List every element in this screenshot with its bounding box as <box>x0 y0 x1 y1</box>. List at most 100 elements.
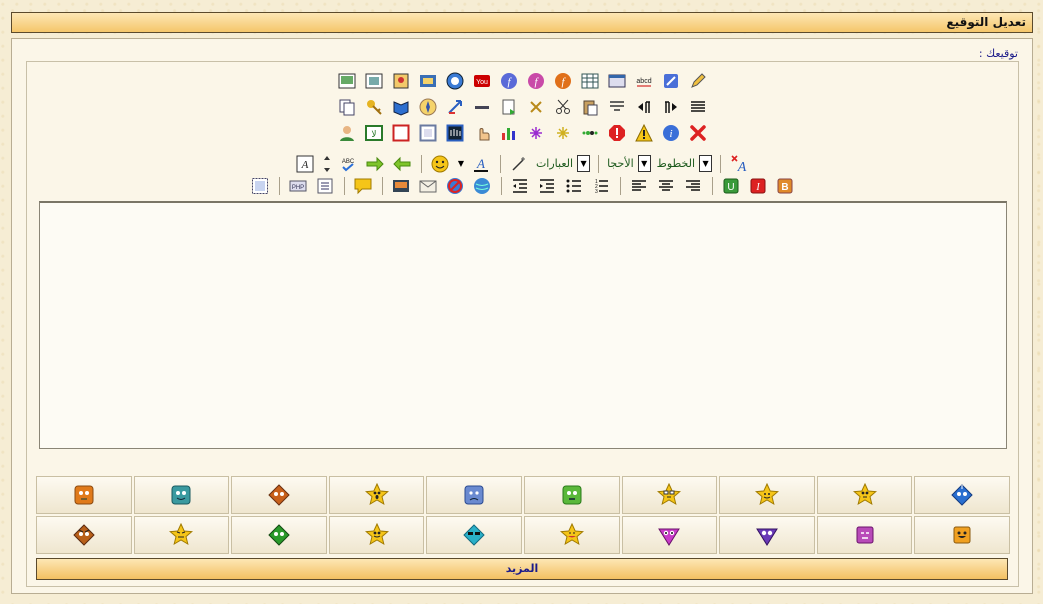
smiley-cell[interactable] <box>328 476 425 514</box>
remove-format-icon[interactable]: A <box>729 153 750 174</box>
bold-icon[interactable]: B <box>775 175 796 196</box>
horizontal-rule-icon[interactable] <box>472 96 493 117</box>
smiley-cell[interactable] <box>36 516 132 554</box>
select-all-icon[interactable] <box>250 175 271 196</box>
bullet-list-icon[interactable] <box>564 175 585 196</box>
smiley-cell[interactable] <box>816 516 913 554</box>
email-icon[interactable] <box>418 175 439 196</box>
align-left-icon[interactable] <box>629 175 650 196</box>
smiley-cell[interactable] <box>133 516 230 554</box>
toolbar-row-5: PHP 123 U I B <box>27 175 1018 196</box>
more-smileys-button[interactable]: المزيد <box>36 558 1008 580</box>
smiley-cell[interactable] <box>914 516 1010 554</box>
quicktime-icon[interactable] <box>445 70 466 91</box>
key-icon[interactable] <box>364 96 385 117</box>
smiley-cell[interactable] <box>231 516 327 554</box>
warning-icon[interactable] <box>634 122 655 143</box>
text-color-icon[interactable]: A <box>471 153 492 174</box>
book-icon[interactable] <box>391 96 412 117</box>
cut-icon[interactable] <box>553 96 574 117</box>
indent-icon[interactable] <box>537 175 558 196</box>
align-center-icon[interactable] <box>656 175 677 196</box>
box-image-icon[interactable] <box>364 70 385 91</box>
comment-icon[interactable] <box>353 175 374 196</box>
font-style-icon[interactable]: A <box>295 153 316 174</box>
photo-icon[interactable] <box>391 70 412 91</box>
user-icon[interactable] <box>337 122 358 143</box>
export-icon[interactable] <box>499 96 520 117</box>
fonts-select[interactable]: ▼ الخطوط <box>657 155 713 173</box>
paste-icon[interactable] <box>580 96 601 117</box>
paint-icon[interactable] <box>661 70 682 91</box>
rtl-icon[interactable] <box>634 96 655 117</box>
outdent-icon[interactable] <box>510 175 531 196</box>
sparkle-purple-icon[interactable] <box>526 122 547 143</box>
flash-pink-icon[interactable]: f <box>526 70 547 91</box>
arrow-right-icon[interactable] <box>365 153 386 174</box>
format-icon[interactable] <box>607 96 628 117</box>
chart-icon[interactable] <box>499 122 520 143</box>
smiley-cell[interactable] <box>133 476 230 514</box>
frame-red-icon[interactable] <box>391 122 412 143</box>
arrow-left-icon[interactable] <box>392 153 413 174</box>
frame-blue-icon[interactable] <box>445 122 466 143</box>
sizes-select[interactable]: ▼ الأحجا <box>607 155 651 173</box>
underline-icon[interactable]: U <box>721 175 742 196</box>
quote-icon[interactable]: ﻻ <box>364 122 385 143</box>
spellcheck-icon[interactable]: ABC <box>338 153 359 174</box>
signature-textarea[interactable] <box>39 201 1007 449</box>
arrows-icon[interactable] <box>445 96 466 117</box>
toolbar-row-2 <box>27 96 1018 117</box>
edit-icon[interactable] <box>688 70 709 91</box>
flash-blue-icon[interactable]: f <box>499 70 520 91</box>
smiley-cell[interactable] <box>816 476 913 514</box>
smiley-icon[interactable] <box>430 153 451 174</box>
delete-icon[interactable] <box>688 122 709 143</box>
justify-icon[interactable] <box>688 96 709 117</box>
smiley-cell[interactable] <box>426 516 522 554</box>
gallery-icon[interactable] <box>391 175 412 196</box>
php-icon[interactable]: PHP <box>288 175 309 196</box>
smiley-cell[interactable] <box>36 476 132 514</box>
toolbar-row-1: You f f f abcd <box>27 70 1018 91</box>
close-x-icon[interactable] <box>526 96 547 117</box>
smiley-cell[interactable] <box>719 476 815 514</box>
toolbar-separator <box>500 176 502 195</box>
unlink-icon[interactable] <box>445 175 466 196</box>
italic-icon[interactable]: I <box>748 175 769 196</box>
spellcheck-abcd-icon[interactable]: abcd <box>634 70 655 91</box>
smiley-dropdown-icon[interactable]: ▼ <box>457 153 465 174</box>
ltr-icon[interactable] <box>661 96 682 117</box>
resize-arrows-icon[interactable] <box>322 153 332 174</box>
dots-icon[interactable] <box>580 122 601 143</box>
info-icon[interactable]: i <box>661 122 682 143</box>
hand-icon[interactable] <box>472 122 493 143</box>
smiley-cell[interactable] <box>621 476 718 514</box>
smiley-cell[interactable] <box>426 476 522 514</box>
sparkle-yellow-icon[interactable] <box>553 122 574 143</box>
flash-orange-icon[interactable]: f <box>553 70 574 91</box>
smiley-cell[interactable] <box>621 516 718 554</box>
smiley-cell[interactable] <box>523 516 620 554</box>
smiley-cell[interactable] <box>914 476 1010 514</box>
align-right-icon[interactable] <box>683 175 704 196</box>
smiley-cell[interactable] <box>231 476 327 514</box>
table-icon[interactable] <box>580 70 601 91</box>
page-title: تعديل التوقيع <box>946 15 1026 29</box>
smiley-cell[interactable] <box>328 516 425 554</box>
youtube-icon[interactable]: You <box>472 70 493 91</box>
smiley-cell[interactable] <box>523 476 620 514</box>
magic-wand-icon[interactable] <box>509 153 530 174</box>
numbered-list-icon[interactable]: 123 <box>591 175 612 196</box>
smiley-cell[interactable] <box>719 516 815 554</box>
film-icon[interactable] <box>418 70 439 91</box>
link-globe-icon[interactable] <box>472 175 493 196</box>
stop-icon[interactable] <box>607 122 628 143</box>
compass-icon[interactable] <box>418 96 439 117</box>
frame-icon[interactable] <box>418 122 439 143</box>
copy-icon[interactable] <box>337 96 358 117</box>
phrases-select[interactable]: ▼ العبارات <box>536 155 591 173</box>
code-icon[interactable] <box>315 175 336 196</box>
image-icon[interactable] <box>337 70 358 91</box>
window-icon[interactable] <box>607 70 628 91</box>
